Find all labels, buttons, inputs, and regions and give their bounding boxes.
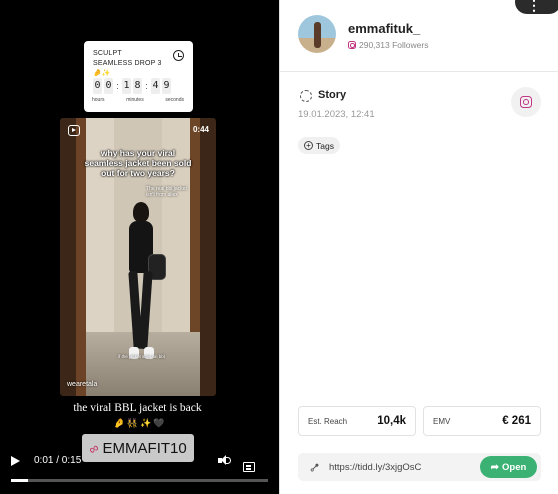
- reel-subcaption: The real bbl jacket isn't from aliex: [146, 186, 187, 198]
- instagram-icon: [348, 41, 356, 49]
- post-date: 19.01.2023, 12:41: [298, 109, 375, 120]
- countdown-unit-hours: hours: [92, 97, 105, 103]
- story-emojis: 🤌👯‍♀️✨🖤: [113, 418, 167, 428]
- avatar[interactable]: [298, 15, 336, 53]
- reels-icon: [68, 125, 80, 136]
- story-icon: [300, 90, 312, 102]
- post-type-label: Story: [318, 89, 347, 101]
- emv-card: EMV € 261: [423, 406, 541, 436]
- countdown-digits: 0 0 : 1 8 : 4 9: [93, 78, 173, 94]
- link-icon: ⊶: [306, 459, 323, 476]
- countdown-digit: 4: [151, 78, 160, 94]
- link-icon: ∞: [86, 439, 102, 457]
- volume-icon[interactable]: [218, 455, 232, 466]
- clock-icon: [173, 50, 184, 61]
- open-label: Open: [502, 461, 527, 473]
- profile-username[interactable]: emmafituk_: [348, 21, 420, 36]
- more-options-button[interactable]: ⋮: [515, 0, 558, 14]
- emv-label: EMV: [433, 417, 451, 426]
- plus-icon: +: [304, 141, 313, 150]
- add-tags-button[interactable]: + Tags: [298, 137, 340, 154]
- story-caption: the viral BBL jacket is back: [73, 402, 202, 414]
- progress-fill: [11, 479, 29, 482]
- countdown-digit: 8: [133, 78, 142, 94]
- countdown-separator: :: [145, 81, 148, 91]
- reach-label: Est. Reach: [308, 417, 348, 426]
- countdown-digit: 9: [162, 78, 171, 94]
- reel-small-text: if the jacket says on bbl: [118, 354, 165, 359]
- embedded-reel: 0:44 why has your viral seamless jacket …: [60, 118, 216, 396]
- countdown-separator: :: [116, 81, 119, 91]
- countdown-digit: 0: [93, 78, 102, 94]
- captions-icon[interactable]: [243, 462, 255, 472]
- details-panel: emmafituk_ 290,313 Followers ⋮ Story 19.…: [279, 0, 558, 494]
- countdown-digit: 1: [122, 78, 131, 94]
- open-instagram-button[interactable]: [511, 87, 541, 117]
- coupon-code-sticker: ∞ EMMAFIT10: [82, 434, 194, 462]
- countdown-title: SCULPT SEAMLESS DROP 3 🤌✨: [93, 50, 162, 77]
- reel-person-image: [124, 202, 166, 362]
- play-icon[interactable]: [11, 456, 20, 466]
- progress-bar[interactable]: [11, 479, 268, 482]
- open-link-button[interactable]: ➦ Open: [480, 456, 537, 478]
- divider: [280, 71, 558, 72]
- link-url[interactable]: https://tidd.ly/3xjgOsC: [329, 462, 421, 473]
- reach-value: 10,4k: [377, 415, 406, 427]
- share-icon: ➦: [490, 461, 500, 473]
- follower-count: 290,313 Followers: [348, 40, 428, 50]
- playback-time: 0:01 / 0:15: [34, 455, 82, 466]
- reel-duration: 0:44: [192, 125, 209, 134]
- video-player[interactable]: SCULPT SEAMLESS DROP 3 🤌✨ 0 0 : 1 8 : 4 …: [0, 0, 279, 494]
- countdown-sticker: SCULPT SEAMLESS DROP 3 🤌✨ 0 0 : 1 8 : 4 …: [84, 41, 193, 112]
- emv-value: € 261: [502, 415, 531, 427]
- reel-caption: why has your viral seamless jacket been …: [84, 148, 192, 178]
- story-detail-view: SCULPT SEAMLESS DROP 3 🤌✨ 0 0 : 1 8 : 4 …: [0, 0, 558, 494]
- estimated-reach-card: Est. Reach 10,4k: [298, 406, 416, 436]
- countdown-unit-minutes: minutes: [126, 97, 144, 103]
- tags-label: Tags: [316, 140, 334, 151]
- coupon-code: EMMAFIT10: [102, 439, 187, 457]
- countdown-unit-seconds: seconds: [165, 97, 184, 103]
- countdown-units: hours minutes seconds: [92, 97, 184, 103]
- reel-handle: wearetala: [67, 381, 98, 388]
- countdown-digit: 0: [104, 78, 113, 94]
- link-field: ⊶ https://tidd.ly/3xjgOsC ➦ Open: [298, 453, 541, 481]
- instagram-icon: [520, 96, 532, 108]
- follower-count-text: 290,313 Followers: [359, 40, 429, 50]
